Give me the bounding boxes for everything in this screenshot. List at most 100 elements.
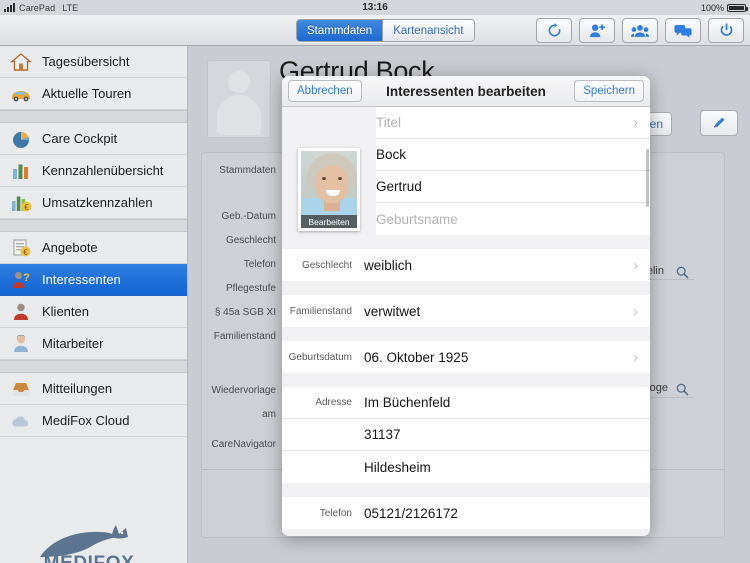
refresh-button[interactable]	[536, 18, 572, 43]
field-row-geburtsdatum[interactable]: Geburtsdatum 06. Oktober 1925 ›	[282, 341, 650, 373]
top-toolbar: Stammdaten Kartenansicht	[0, 15, 750, 46]
power-button[interactable]	[708, 18, 744, 43]
label-wiedervorlage: Wiedervorlage	[202, 385, 276, 396]
modal-body: Bearbeiten Titel › Bock Gertrud Geburtsn…	[282, 107, 650, 536]
sidebar: Tagesübersicht Aktuelle Touren	[0, 46, 188, 563]
chevron-right-icon: ›	[633, 258, 638, 273]
group-button[interactable]	[622, 18, 658, 43]
sidebar-item-medifox-cloud[interactable]: MediFox Cloud	[0, 405, 187, 437]
add-person-button[interactable]	[579, 18, 615, 43]
sidebar-item-interessenten[interactable]: ? Interessenten	[0, 264, 187, 296]
svg-text:€: €	[23, 248, 28, 257]
photo-face	[316, 165, 348, 203]
field-row-vorname[interactable]: Gertrud	[376, 171, 650, 203]
chevron-right-icon: ›	[633, 304, 638, 319]
svg-text:?: ?	[23, 272, 30, 284]
clock-label: 13:16	[0, 2, 750, 13]
sidebar-item-label: Angebote	[42, 240, 98, 255]
sidebar-item-aktuelle-touren[interactable]: Aktuelle Touren	[0, 78, 187, 110]
label-familienstand: Familienstand	[202, 331, 276, 342]
field-row-familienstand[interactable]: Familienstand verwitwet ›	[282, 295, 650, 327]
nachname-value: Bock	[376, 147, 638, 162]
search-icon[interactable]	[676, 383, 689, 396]
sidebar-item-tagesuebersicht[interactable]: Tagesübersicht	[0, 46, 187, 78]
sidebar-item-angebote[interactable]: € Angebote	[0, 232, 187, 264]
sidebar-item-label: Aktuelle Touren	[42, 86, 131, 101]
sidebar-item-label: Care Cockpit	[42, 131, 117, 146]
telefon-group: Telefon 05121/2126172	[282, 497, 650, 529]
geschlecht-group: Geschlecht weiblich ›	[282, 249, 650, 281]
sidebar-item-label: MediFox Cloud	[42, 413, 129, 428]
person-add-icon	[589, 23, 606, 38]
geburtsdatum-label: Geburtsdatum	[282, 352, 364, 363]
titel-value: Titel	[376, 115, 633, 130]
photo-eye-left	[322, 177, 326, 180]
person-icon	[10, 301, 32, 323]
label-45a-sgb-xi: § 45a SGB XI	[202, 307, 276, 318]
refresh-icon	[547, 23, 562, 38]
pie-chart-icon	[10, 128, 32, 150]
pencil-icon	[711, 115, 727, 131]
card-title: Stammdaten	[202, 165, 276, 176]
field-row-adresse-plz[interactable]: 31137	[282, 419, 650, 451]
chevron-right-icon: ›	[633, 350, 638, 365]
power-icon	[719, 23, 734, 38]
sidebar-item-care-cockpit[interactable]: Care Cockpit	[0, 123, 187, 155]
sidebar-item-label: Mitteilungen	[42, 381, 112, 396]
bar-chart-icon	[10, 160, 32, 182]
person-female-icon	[10, 333, 32, 355]
battery-icon	[727, 4, 746, 12]
medifox-logo: MEDIFOX ® care management software	[0, 511, 186, 563]
familienstand-group: Familienstand verwitwet ›	[282, 295, 650, 327]
tab-kartenansicht[interactable]: Kartenansicht	[383, 20, 473, 41]
person-question-icon: ?	[10, 269, 32, 291]
messages-button[interactable]	[665, 18, 701, 43]
field-row-nachname[interactable]: Bock	[376, 139, 650, 171]
sidebar-group-separator	[0, 110, 187, 123]
edit-button[interactable]	[700, 110, 738, 136]
edit-interessent-modal: Abbrechen Interessenten bearbeiten Speic…	[282, 76, 650, 536]
save-button[interactable]: Speichern	[574, 80, 644, 102]
sidebar-item-label: Klienten	[42, 304, 89, 319]
label-pflegestufe: Pflegestufe	[202, 283, 276, 294]
label-geb-datum: Geb.-Datum	[202, 211, 276, 222]
photo-edit-badge[interactable]: Bearbeiten	[301, 215, 357, 228]
sidebar-item-label: Mitarbeiter	[42, 336, 103, 351]
chat-icon	[674, 24, 692, 38]
logo-wordmark: MEDIFOX	[44, 553, 135, 563]
home-icon	[10, 51, 32, 73]
sidebar-item-label: Tagesübersicht	[42, 54, 129, 69]
battery-percent-label: 100%	[701, 3, 724, 13]
svg-text:€: €	[24, 203, 29, 212]
field-row-titel[interactable]: Titel ›	[376, 107, 650, 139]
adresse-street-value: Im Büchenfeld	[364, 395, 638, 410]
cancel-button[interactable]: Abbrechen	[288, 80, 362, 102]
field-row-geburtsname[interactable]: Geburtsname	[376, 203, 650, 235]
modal-header: Abbrechen Interessenten bearbeiten Speic…	[282, 76, 650, 107]
status-right: 100%	[701, 3, 746, 13]
telefon-label: Telefon	[282, 508, 364, 519]
field-row-geschlecht[interactable]: Geschlecht weiblich ›	[282, 249, 650, 281]
sidebar-item-mitarbeiter[interactable]: Mitarbeiter	[0, 328, 187, 360]
sidebar-item-klienten[interactable]: Klienten	[0, 296, 187, 328]
label-geschlecht: Geschlecht	[202, 235, 276, 246]
label-carenavigator: CareNavigator	[202, 439, 276, 450]
geburtsdatum-group: Geburtsdatum 06. Oktober 1925 ›	[282, 341, 650, 373]
field-row-adresse-ort[interactable]: Hildesheim	[282, 451, 650, 483]
name-field-group: Titel › Bock Gertrud Geburtsname	[376, 107, 650, 235]
sidebar-group-separator	[0, 360, 187, 373]
field-row-telefon[interactable]: Telefon 05121/2126172	[282, 497, 650, 529]
document-euro-icon: €	[10, 237, 32, 259]
familienstand-label: Familienstand	[282, 306, 364, 317]
view-segmented-control[interactable]: Stammdaten Kartenansicht	[296, 19, 475, 42]
sidebar-item-umsatzkennzahlen[interactable]: € Umsatzkennzahlen	[0, 187, 187, 219]
person-photo[interactable]: Bearbeiten	[298, 148, 360, 231]
search-icon[interactable]	[676, 266, 689, 279]
scroll-indicator[interactable]	[646, 149, 649, 207]
sidebar-item-kennzahlenuebersicht[interactable]: Kennzahlenübersicht	[0, 155, 187, 187]
tab-stammdaten[interactable]: Stammdaten	[297, 20, 383, 41]
toolbar-buttons	[536, 18, 744, 43]
adresse-ort-value: Hildesheim	[364, 460, 638, 475]
sidebar-item-mitteilungen[interactable]: Mitteilungen	[0, 373, 187, 405]
field-row-adresse-street[interactable]: Adresse Im Büchenfeld	[282, 387, 650, 419]
